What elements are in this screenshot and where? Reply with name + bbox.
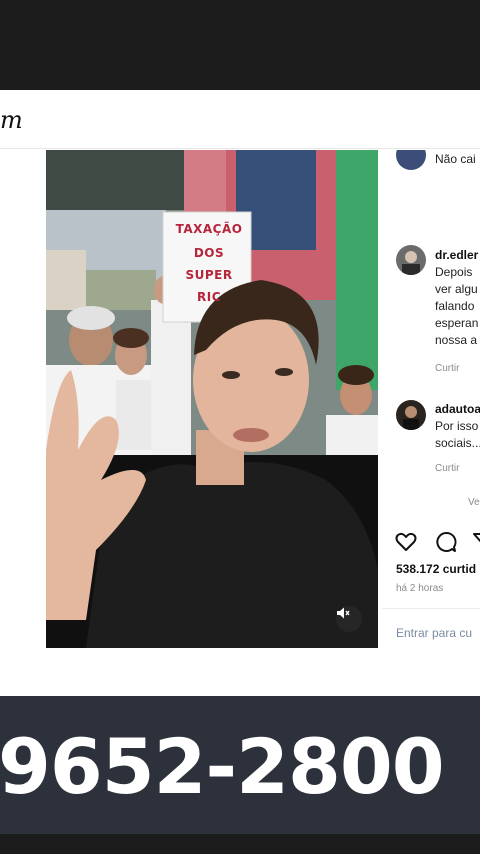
speaker-muted-icon bbox=[337, 607, 350, 619]
commenter-avatar[interactable] bbox=[396, 245, 426, 275]
comment-text: Não cai bbox=[435, 152, 476, 166]
comment-text: esperan bbox=[435, 316, 479, 330]
login-to-comment-link[interactable]: Entrar para cu bbox=[396, 626, 472, 640]
comment-username[interactable]: adautoa bbox=[435, 402, 480, 416]
comment-text: falando bbox=[435, 299, 475, 313]
sign-line: SUPER bbox=[185, 268, 233, 282]
likes-count[interactable]: 538.172 curtid bbox=[396, 562, 476, 576]
like-comment-button[interactable]: Curtir bbox=[435, 363, 459, 374]
top-black-bar bbox=[0, 0, 480, 90]
comment-text: ver algu bbox=[435, 282, 478, 296]
view-replies-link[interactable]: Ve bbox=[468, 497, 480, 508]
phone-number: 9652-2800 bbox=[0, 722, 445, 811]
sign-line: RIC bbox=[196, 290, 221, 304]
commenter-avatar[interactable] bbox=[396, 400, 426, 430]
sign-line: DOS bbox=[193, 246, 225, 260]
page-header: m bbox=[0, 90, 480, 149]
like-comment-button[interactable]: Curtir bbox=[435, 463, 459, 474]
post-video[interactable]: TAXAÇÃO DOS SUPER RIC bbox=[46, 150, 378, 648]
share-icon[interactable] bbox=[472, 530, 480, 554]
comment-text: Depois bbox=[435, 265, 473, 279]
comments-panel: Não cai dr.edler Depois ver algu falando… bbox=[382, 150, 480, 696]
divider bbox=[382, 608, 480, 609]
heart-icon[interactable] bbox=[394, 530, 418, 554]
sign-line: TAXAÇÃO bbox=[175, 222, 243, 236]
comment-icon[interactable] bbox=[434, 530, 458, 554]
comment-username[interactable]: dr.edler bbox=[435, 248, 478, 262]
comment-text: Por isso bbox=[435, 419, 479, 433]
phone-banner: 9652-2800 bbox=[0, 696, 480, 834]
instagram-post-page: m TAXAÇÃO DOS SUPER RIC Não cai dr.edler… bbox=[0, 90, 480, 696]
comment-text: nossa a bbox=[435, 333, 478, 347]
bottom-black-bar bbox=[0, 834, 480, 854]
post-timestamp[interactable]: há 2 horas bbox=[396, 583, 443, 594]
instagram-logo[interactable]: m bbox=[0, 106, 23, 134]
comment-text: sociais... bbox=[435, 436, 480, 450]
commenter-avatar[interactable] bbox=[396, 150, 426, 170]
mute-button[interactable] bbox=[336, 606, 362, 632]
